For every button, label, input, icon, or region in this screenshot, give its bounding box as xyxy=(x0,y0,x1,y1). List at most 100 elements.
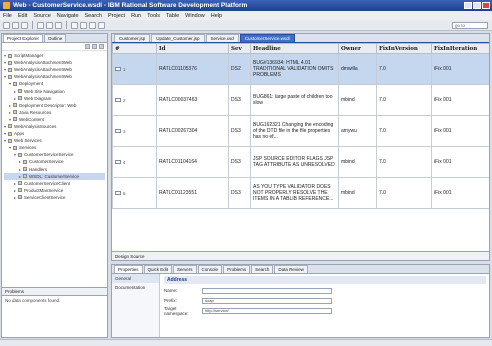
table-row[interactable]: 1 RATLC01105376 DS2 BUG#136934: HTML 4.01 T… xyxy=(112,53,489,85)
print-icon[interactable] xyxy=(21,21,28,29)
back-icon[interactable] xyxy=(89,21,96,29)
row-checkbox-icon[interactable] xyxy=(115,160,121,164)
properties-tab[interactable]: Problems xyxy=(223,265,251,273)
toolbar-search-input[interactable]: go to xyxy=(452,22,488,29)
editor-footer-tabs[interactable]: Design Source xyxy=(112,251,489,260)
column-header[interactable]: # xyxy=(112,43,157,54)
new-icon[interactable] xyxy=(3,21,10,29)
search-icon[interactable] xyxy=(71,21,78,29)
link-editor-icon[interactable] xyxy=(92,44,97,49)
tree-item[interactable]: ▾ Services xyxy=(4,144,105,151)
row-marker-cell[interactable]: 4 xyxy=(112,146,157,178)
menu-item[interactable]: Search xyxy=(85,13,102,19)
tree-item-label: WebAnalysisAttachmentWeb xyxy=(14,60,72,66)
open-type-icon[interactable] xyxy=(80,21,87,29)
view-menu-icon[interactable] xyxy=(99,44,104,49)
cell-fix-iteration: iFix 001 xyxy=(431,84,489,116)
tree-item[interactable]: ▸ ServiceClientService xyxy=(4,194,105,201)
tree-item[interactable]: ▸ Handlers xyxy=(4,166,105,173)
editor-tab[interactable]: Update_Customer.jsp xyxy=(151,34,205,42)
collapse-all-icon[interactable] xyxy=(85,44,90,49)
folder-icon xyxy=(18,181,22,186)
tree-item[interactable]: ▾ WebAnalysisAttachmentWeb xyxy=(4,59,105,66)
menu-item[interactable]: Edit xyxy=(18,13,27,19)
close-icon[interactable] xyxy=(482,2,490,9)
tree-item[interactable]: ▾ ScriptManager xyxy=(4,52,105,59)
row-checkbox-icon[interactable] xyxy=(115,67,121,71)
row-marker-cell[interactable]: 1 xyxy=(112,53,157,85)
menu-item[interactable]: Window xyxy=(185,13,205,19)
table-row[interactable]: 3 RATLC00267304 DS3 BUG162321 Changing the … xyxy=(112,115,489,147)
properties-tab[interactable]: Search xyxy=(251,265,274,273)
folder-icon xyxy=(8,74,12,79)
table-row[interactable]: 2 RATLC00037463 DS3 BUG861: large paste of … xyxy=(112,84,489,116)
forward-icon[interactable] xyxy=(98,21,105,29)
table-row[interactable]: 5 RATLC01123551 DS3 AS YOU TYPE VALIDATOR D… xyxy=(112,177,489,209)
property-value-field[interactable]: http://service/ xyxy=(202,307,332,314)
editor-tab[interactable]: Service.xsd xyxy=(205,34,239,42)
tree-item[interactable]: ▾ CustomerServiceService xyxy=(4,151,105,158)
column-header[interactable]: Owner xyxy=(338,43,377,54)
tree-item[interactable]: ▾ WebContent xyxy=(4,116,105,123)
editor-tab[interactable]: CustomerService.wsdl xyxy=(239,34,295,42)
tree-item[interactable]: ▸ Java Resources xyxy=(4,109,105,116)
debug-icon[interactable] xyxy=(37,21,44,29)
row-checkbox-icon[interactable] xyxy=(115,129,121,133)
cell-severity: DS3 xyxy=(228,84,251,116)
maximize-icon[interactable] xyxy=(473,2,481,9)
properties-side-tab[interactable]: General xyxy=(112,274,159,283)
column-header[interactable]: FixInIteration xyxy=(431,43,489,54)
property-value-field[interactable] xyxy=(202,287,332,294)
menu-item[interactable]: Project xyxy=(108,13,125,19)
row-checkbox-icon[interactable] xyxy=(115,191,121,195)
tree-item[interactable]: ▾ WebAnalysisAttachmentWeb xyxy=(4,73,105,80)
tree-item[interactable]: ▾ WebAnalysisSources xyxy=(4,123,105,130)
column-header[interactable]: FixInVersion xyxy=(376,43,432,54)
row-marker-cell[interactable]: 2 xyxy=(112,84,157,116)
row-marker-cell[interactable]: 3 xyxy=(112,115,157,147)
tree-item[interactable]: ▾ Deployment xyxy=(4,80,105,87)
run-icon[interactable] xyxy=(46,21,53,29)
left-panel-tab[interactable]: Outline xyxy=(44,34,67,42)
folder-icon xyxy=(13,117,17,122)
menu-item[interactable]: Tools xyxy=(147,13,160,19)
properties-tab[interactable]: Data Review xyxy=(274,265,308,273)
menu-item[interactable]: Help xyxy=(211,13,222,19)
left-panel-tab[interactable]: Project Explorer xyxy=(3,34,44,42)
tree-item[interactable]: ▾ WebAnalysisAttachmentWeb xyxy=(4,66,105,73)
properties-tab[interactable]: Properties xyxy=(114,265,143,273)
tree-item[interactable]: ▸ WSDL: CustomerService xyxy=(4,172,105,180)
minimize-icon[interactable] xyxy=(464,2,472,9)
save-icon[interactable] xyxy=(12,21,19,29)
table-row[interactable]: 4 RATLC01104164 DS3 JSP SOURCE EDITOR FLAGS… xyxy=(112,146,489,178)
row-marker-cell[interactable]: 5 xyxy=(112,177,157,209)
tree-item[interactable]: ▾ Apps xyxy=(4,130,105,137)
tree-item[interactable]: ▸ CustomerService xyxy=(4,158,105,165)
property-value-field[interactable]: soap xyxy=(202,297,332,304)
tree-item[interactable]: ▾ Web Services xyxy=(4,137,105,144)
menu-item[interactable]: Table xyxy=(166,13,179,19)
tree-item[interactable]: ▸ ProductManService xyxy=(4,187,105,194)
column-header[interactable]: Id xyxy=(156,43,229,54)
menu-item[interactable]: File xyxy=(3,13,12,19)
tree-item[interactable]: ▸ Web Diagram xyxy=(4,95,105,102)
properties-side-tab[interactable]: Documentation xyxy=(112,283,159,292)
tree-item[interactable]: ▸ Web Site Navigation xyxy=(4,87,105,94)
menu-item[interactable]: Run xyxy=(131,13,141,19)
tree-item-label: Services xyxy=(19,145,37,151)
tree-item[interactable]: ▸ Deployment Descriptor: Web xyxy=(4,102,105,109)
editor-tab[interactable]: Customer.jsp xyxy=(114,34,151,42)
menu-item[interactable]: Source xyxy=(33,13,50,19)
properties-tab[interactable]: Quick Edit xyxy=(143,265,173,273)
tree-item[interactable]: ▸ CustomerServiceClient xyxy=(4,180,105,187)
folder-icon xyxy=(8,60,12,65)
properties-tab[interactable]: Servers xyxy=(173,265,197,273)
server-icon[interactable] xyxy=(55,21,62,29)
properties-tab[interactable]: Console xyxy=(197,265,223,273)
menu-item[interactable]: Navigate xyxy=(57,13,79,19)
column-header[interactable]: Sev xyxy=(228,43,251,54)
column-header[interactable]: Headline xyxy=(250,43,339,54)
row-checkbox-icon[interactable] xyxy=(115,98,121,102)
left-panel-tabs: Project Explorer Outline xyxy=(2,34,107,43)
left-bottom-tab[interactable]: Problems xyxy=(2,288,107,296)
